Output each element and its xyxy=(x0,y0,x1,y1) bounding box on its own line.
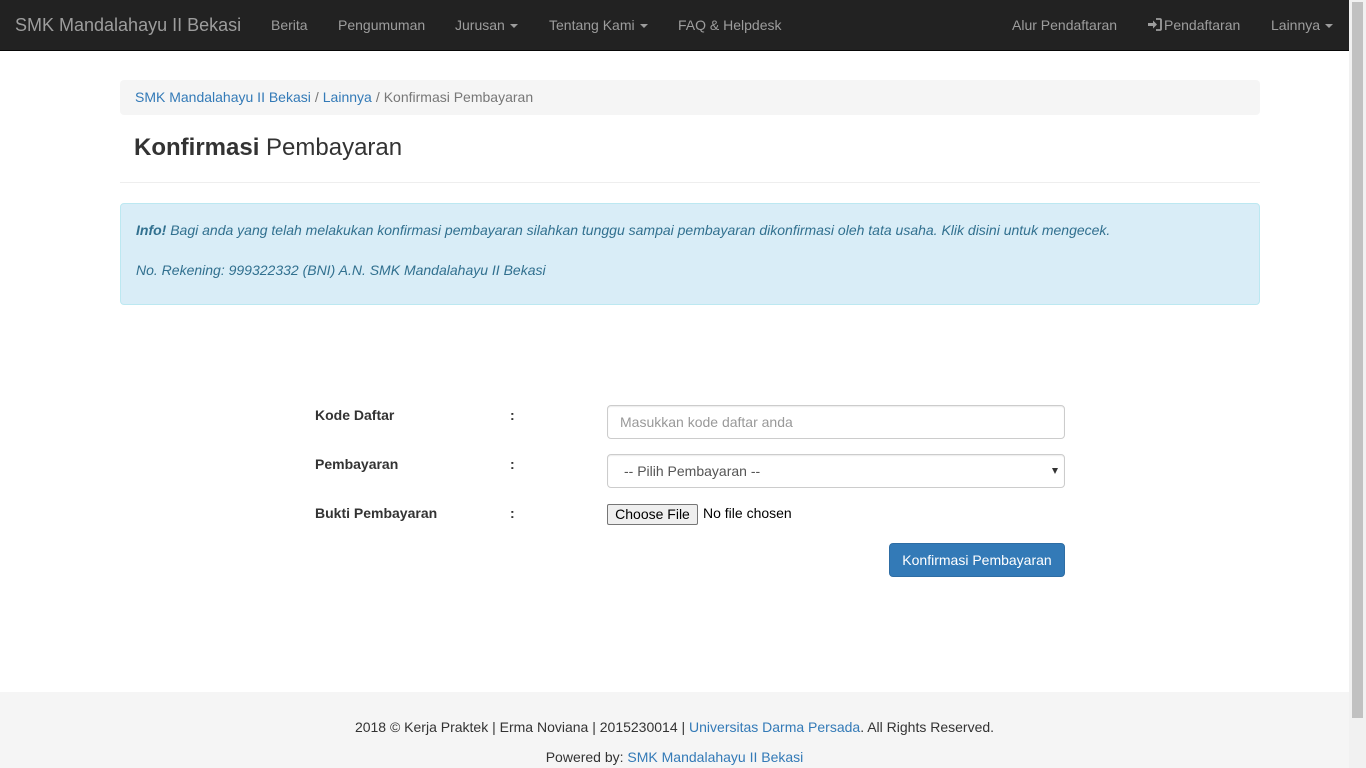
colon: : xyxy=(510,407,515,423)
breadcrumb-parent-link[interactable]: Lainnya xyxy=(323,89,372,105)
nav-item-alur-pendaftaran[interactable]: Alur Pendaftaran xyxy=(1012,0,1117,50)
nav-item-label: Lainnya xyxy=(1271,17,1321,33)
caret-down-icon xyxy=(639,24,648,29)
alert-strong: Info! xyxy=(136,222,167,238)
kode-daftar-input[interactable] xyxy=(607,405,1065,439)
nav-item-jurusan[interactable]: Jurusan xyxy=(455,0,518,50)
nav-item-label: Pengumuman xyxy=(338,17,426,33)
kode-daftar-label: Kode Daftar xyxy=(315,407,395,423)
footer-copyright-text: 2018 © Kerja Praktek | Erma Noviana | 20… xyxy=(354,719,690,735)
page-title-rest: Pembayaran xyxy=(259,134,403,161)
alert-account-info: No. Rekening: 999322332 (BNI) A.N. SMK M… xyxy=(136,262,546,278)
nav-item-tentang-kami[interactable]: Tentang Kami xyxy=(549,0,648,50)
konfirmasi-pembayaran-button[interactable]: Konfirmasi Pembayaran xyxy=(889,543,1065,577)
navbar-brand[interactable]: SMK Mandalahayu II Bekasi xyxy=(15,0,241,50)
alert-message: Info! Bagi anda yang telah melakukan kon… xyxy=(136,222,1110,238)
select-arrow-icon xyxy=(1052,468,1058,474)
login-icon xyxy=(1148,18,1162,31)
colon: : xyxy=(510,456,515,472)
nav-item-pengumuman[interactable]: Pengumuman xyxy=(338,0,425,50)
caret-down-icon xyxy=(1325,24,1334,29)
bukti-pembayaran-label: Bukti Pembayaran xyxy=(315,505,438,521)
vertical-scrollbar[interactable] xyxy=(1349,0,1366,768)
title-divider xyxy=(120,182,1260,183)
footer-university-link[interactable]: Universitas Darma Persada xyxy=(689,719,860,735)
page-title: Konfirmasi Pembayaran xyxy=(134,134,402,162)
footer-rights-text: . All Rights Reserved. xyxy=(860,719,995,735)
footer-school-link[interactable]: SMK Mandalahayu II Bekasi xyxy=(627,749,803,765)
footer-powered-by: Powered by: SMK Mandalahayu II Bekasi xyxy=(0,749,1349,765)
page-title-bold: Konfirmasi xyxy=(134,134,260,161)
file-status-text: No file chosen xyxy=(703,505,792,521)
alert-text: Bagi anda yang telah melakukan konfirmas… xyxy=(166,222,968,238)
breadcrumb-home-link[interactable]: SMK Mandalahayu II Bekasi xyxy=(135,89,311,105)
nav-item-lainnya[interactable]: Lainnya xyxy=(1271,0,1334,50)
footer: 2018 © Kerja Praktek | Erma Noviana | 20… xyxy=(0,692,1349,768)
nav-item-label: Berita xyxy=(271,17,308,33)
pembayaran-label: Pembayaran xyxy=(315,456,399,472)
breadcrumb-separator: / xyxy=(314,89,319,105)
breadcrumb-current: Konfirmasi Pembayaran xyxy=(383,89,534,105)
alert-check-link[interactable]: disini xyxy=(968,222,1000,238)
breadcrumb-separator: / xyxy=(375,89,380,105)
choose-file-button[interactable]: Choose File xyxy=(607,504,698,525)
breadcrumb: SMK Mandalahayu II Bekasi / Lainnya / Konfir… xyxy=(120,80,1260,115)
nav-item-pendaftaran[interactable]: Pendaftaran xyxy=(1147,0,1240,50)
alert-text-after: untuk mengecek. xyxy=(999,222,1111,238)
pembayaran-select-value: -- Pilih Pembayaran -- xyxy=(624,463,761,479)
pembayaran-select[interactable]: -- Pilih Pembayaran -- xyxy=(607,454,1065,488)
nav-item-label: FAQ & Helpdesk xyxy=(678,17,782,33)
caret-down-icon xyxy=(509,24,518,29)
navbar: SMK Mandalahayu II Bekasi Berita Pengumu… xyxy=(0,0,1349,51)
nav-item-label: Alur Pendaftaran xyxy=(1012,17,1118,33)
nav-item-berita[interactable]: Berita xyxy=(271,0,308,50)
footer-powered-text: Powered by: xyxy=(545,749,628,765)
nav-item-label: Jurusan xyxy=(455,17,505,33)
nav-item-label: Pendaftaran xyxy=(1164,17,1241,33)
nav-item-label: Tentang Kami xyxy=(549,17,635,33)
info-alert: Info! Bagi anda yang telah melakukan kon… xyxy=(120,203,1260,305)
nav-item-faq-helpdesk[interactable]: FAQ & Helpdesk xyxy=(678,0,782,50)
footer-copyright: 2018 © Kerja Praktek | Erma Noviana | 20… xyxy=(0,719,1349,735)
colon: : xyxy=(510,505,515,521)
scrollbar-thumb[interactable] xyxy=(1352,2,1363,718)
